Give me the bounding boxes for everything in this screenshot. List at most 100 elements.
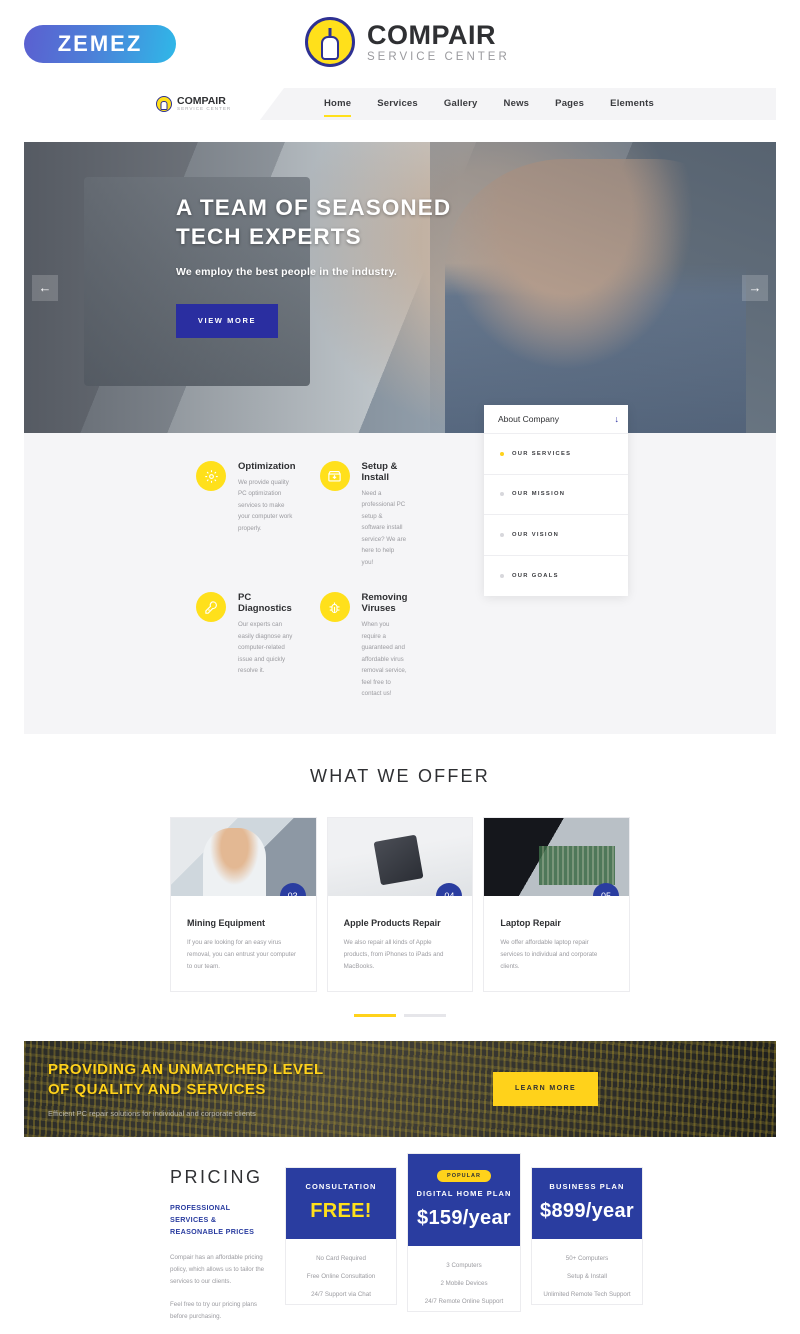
section-title: WHAT WE OFFER (310, 765, 490, 786)
bullet-icon (500, 532, 504, 537)
plan-feature: Setup & Install (567, 1273, 607, 1281)
offer-card-badge: 03 (279, 882, 306, 896)
plan-features: 3 Computers 2 Mobile Devices 24/7 Remote… (408, 1246, 520, 1311)
plan-name: DIGITAL HOME PLAN (416, 1188, 512, 1198)
offer-card-body: Apple Products Repair We also repair all… (328, 896, 473, 973)
service-text: Removing Viruses When you require a guar… (362, 592, 408, 699)
plan-features: No Card Required Free Online Consultatio… (286, 1239, 396, 1304)
service-text: Setup & Install Need a professional PC s… (362, 461, 408, 568)
offer-card-body: Laptop Repair We offer affordable laptop… (484, 896, 629, 973)
service-item-optimization[interactable]: Optimization We provide quality PC optim… (196, 461, 296, 568)
hero-title-line-2: TECH EXPERTS (176, 223, 362, 249)
plan-header: CONSULTATION FREE! (286, 1167, 396, 1239)
pricing-kicker: PROFESSIONAL SERVICES & REASONABLE PRICE… (170, 1202, 255, 1237)
plan-header: BUSINESS PLAN $899/year (532, 1167, 642, 1239)
pricing-intro: PRICING PROFESSIONAL SERVICES & REASONAB… (170, 1167, 285, 1334)
cta-title-line-2: OF QUALITY AND SERVICES (48, 1080, 266, 1098)
site-frame: COMPAIR SERVICE CENTER Home Services Gal… (24, 88, 776, 1334)
nav-logo-name: COMPAIR (177, 94, 226, 107)
zemez-logo[interactable]: ZEMEZ (24, 25, 176, 63)
about-item-our-services[interactable]: OUR SERVICES (484, 434, 628, 475)
nav-item-pages[interactable]: Pages (555, 89, 584, 119)
nav-menu: Home Services Gallery News Pages Element… (324, 88, 654, 120)
hero-title-line-1: A TEAM OF SEASONED (176, 195, 452, 220)
brand-text: COMPAIR SERVICE CENTER (367, 20, 510, 64)
hero-photo-subject (445, 159, 746, 433)
wrench-icon (196, 592, 226, 623)
nav-item-services[interactable]: Services (377, 89, 418, 119)
about-company-header[interactable]: About Company ↓ (484, 405, 628, 434)
hero-title: A TEAM OF SEASONED TECH EXPERTS (176, 194, 451, 252)
offer-card[interactable]: 05 Laptop Repair We offer affordable lap… (483, 816, 630, 992)
about-company-title: About Company (498, 414, 559, 424)
plan-price: $159/year (417, 1206, 511, 1229)
service-title: PC Diagnostics (238, 592, 292, 615)
service-item-pc-diagnostics[interactable]: PC Diagnostics Our experts can easily di… (196, 592, 296, 699)
offer-card-desc: We also repair all kinds of Apple produc… (343, 938, 444, 970)
plan-feature: 24/7 Support via Chat (311, 1291, 371, 1299)
site-brand[interactable]: COMPAIR SERVICE CENTER (305, 17, 510, 67)
offer-card-image: 03 (171, 817, 316, 896)
pricing-paragraph-1: Compair has an affordable pricing policy… (170, 1253, 265, 1285)
about-item-our-mission[interactable]: OUR MISSION (484, 475, 628, 515)
hero-slider: ← → A TEAM OF SEASONED TECH EXPERTS We e… (24, 142, 776, 433)
bullet-icon (500, 451, 504, 456)
pricing-section: PRICING PROFESSIONAL SERVICES & REASONAB… (24, 1136, 776, 1334)
offer-card-body: Mining Equipment If you are looking for … (171, 896, 316, 973)
hero-prev-arrow-icon[interactable]: ← (32, 274, 58, 301)
pricing-plan-consultation[interactable]: CONSULTATION FREE! No Card Required Free… (285, 1166, 397, 1305)
install-box-icon (319, 461, 350, 491)
hero-next-arrow-icon[interactable]: → (742, 274, 768, 301)
about-item-label: OUR MISSION (512, 491, 566, 498)
hero-subtitle: We employ the best people in the industr… (176, 265, 397, 278)
bullet-icon (500, 492, 504, 497)
nav-logo-panel[interactable]: COMPAIR SERVICE CENTER (24, 88, 284, 120)
hero-view-more-button[interactable]: VIEW MORE (176, 303, 278, 338)
offers-pagination (24, 1013, 776, 1017)
nav-item-elements[interactable]: Elements (610, 89, 654, 119)
service-desc: Need a professional PC setup & software … (361, 490, 407, 566)
cta-learn-more-button[interactable]: LEARN MORE (493, 1071, 598, 1106)
pricing-plans: CONSULTATION FREE! No Card Required Free… (285, 1152, 643, 1334)
plan-feature: No Card Required (316, 1255, 366, 1263)
offer-card[interactable]: 04 Apple Products Repair We also repair … (326, 816, 474, 992)
plan-feature: Free Online Consultation (306, 1273, 376, 1281)
offer-card-badge: 04 (436, 882, 463, 896)
offer-card-desc: If you are looking for an easy virus rem… (187, 938, 297, 970)
plan-price: $899/year (540, 1199, 634, 1222)
pricing-paragraph-2: Feel free to try our pricing plans befor… (170, 1300, 258, 1320)
offer-card-image: 05 (484, 817, 629, 896)
pagination-bar-1[interactable] (354, 1013, 396, 1017)
about-item-our-vision[interactable]: OUR VISION (484, 515, 628, 556)
pricing-plan-digital-home[interactable]: POPULAR DIGITAL HOME PLAN $159/year 3 Co… (407, 1152, 521, 1312)
service-title: Setup & Install (361, 461, 398, 483)
offer-card-title: Laptop Repair (500, 917, 561, 928)
offer-card[interactable]: 03 Mining Equipment If you are looking f… (170, 816, 317, 992)
pricing-plan-business[interactable]: BUSINESS PLAN $899/year 50+ Computers Se… (531, 1166, 643, 1305)
nav-item-news[interactable]: News (504, 89, 530, 119)
cta-subtitle: Efficient PC repair solutions for indivi… (48, 1108, 256, 1118)
plan-feature: 3 Computers (446, 1262, 482, 1270)
nav-item-gallery[interactable]: Gallery (444, 89, 478, 119)
service-item-setup-install[interactable]: Setup & Install Need a professional PC s… (319, 461, 408, 568)
about-company-panel: About Company ↓ OUR SERVICES OUR MISSION… (484, 405, 628, 596)
offer-card-desc: We offer affordable laptop repair servic… (500, 938, 598, 970)
chevron-down-icon[interactable]: ↓ (615, 414, 620, 424)
services-strip: Optimization We provide quality PC optim… (24, 405, 776, 734)
brand-tagline: SERVICE CENTER (367, 51, 510, 64)
plan-features: 50+ Computers Setup & Install Unlimited … (532, 1239, 642, 1304)
about-item-our-goals[interactable]: OUR GOALS (484, 556, 628, 597)
plan-feature: 2 Mobile Devices (440, 1280, 488, 1288)
nav-logo[interactable]: COMPAIR SERVICE CENTER (156, 96, 231, 113)
bullet-icon (500, 573, 504, 578)
pagination-bar-2[interactable] (404, 1013, 446, 1017)
plan-feature: Unlimited Remote Tech Support (543, 1291, 631, 1299)
service-desc: When you require a guaranteed and afford… (361, 621, 407, 698)
about-item-label: OUR VISION (512, 531, 560, 538)
top-brand-bar: ZEMEZ COMPAIR SERVICE CENTER (0, 0, 800, 88)
service-desc: Our experts can easily diagnose any comp… (238, 621, 293, 675)
hero-content: A TEAM OF SEASONED TECH EXPERTS We emplo… (176, 194, 451, 338)
nav-logo-sub: SERVICE CENTER (177, 106, 232, 112)
service-item-removing-viruses[interactable]: Removing Viruses When you require a guar… (319, 592, 408, 699)
nav-item-home[interactable]: Home (324, 89, 352, 119)
